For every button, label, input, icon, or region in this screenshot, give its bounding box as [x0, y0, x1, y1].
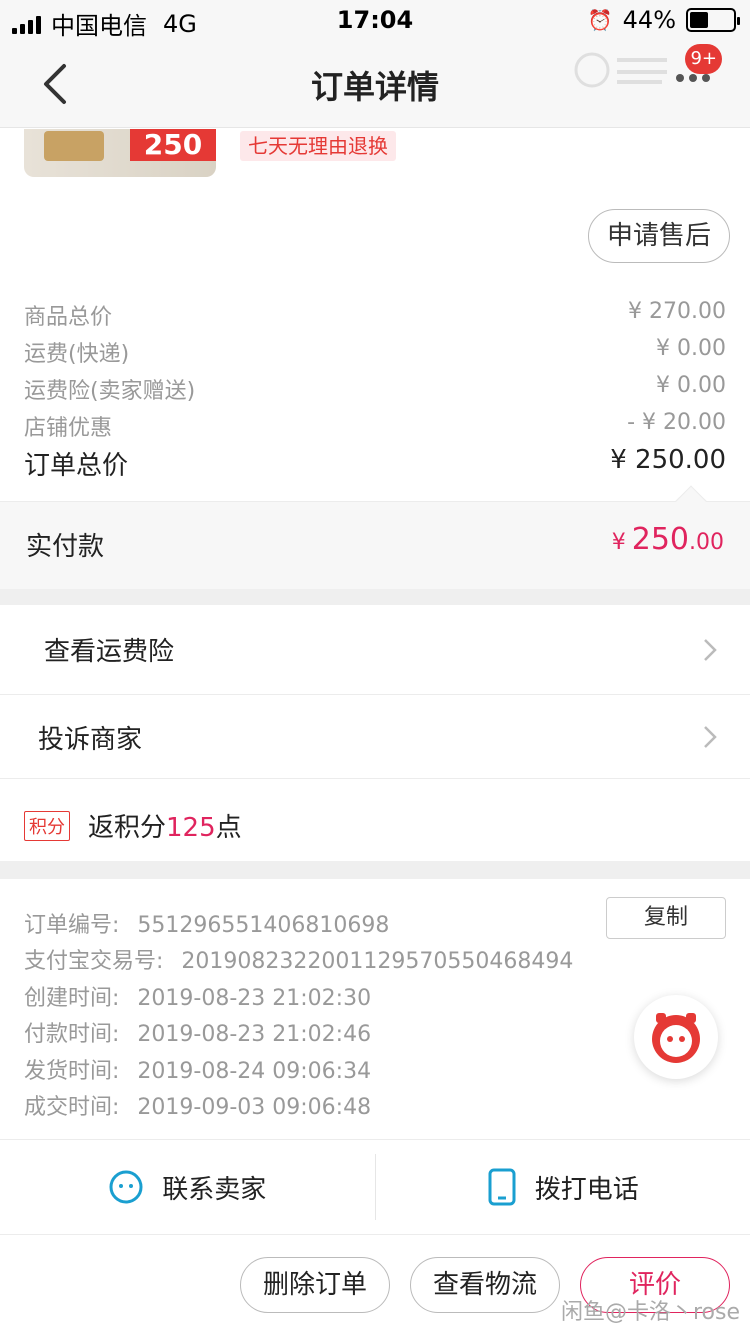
actual-payment-amount: ¥250.00	[611, 522, 724, 557]
promo-banner: 250	[130, 129, 216, 161]
notification-badge: 9+	[685, 44, 722, 74]
product-photo-icon	[44, 131, 104, 161]
paid-time: 付款时间: 2019-08-23 21:02:46	[24, 1022, 372, 1047]
chevron-right-icon	[704, 726, 717, 748]
status-bar: 中国电信 4G 17:04 ⏰ 44%	[0, 0, 750, 40]
created-time: 创建时间: 2019-08-23 21:02:30	[24, 986, 372, 1011]
alarm-icon: ⏰	[587, 8, 613, 32]
copy-button[interactable]: 复制	[606, 897, 726, 939]
complain-seller-row[interactable]: 投诉商家	[0, 695, 750, 779]
price-row-goods: 商品总价 ¥ 270.00	[24, 299, 726, 330]
contact-seller-button[interactable]: 联系卖家	[0, 1140, 375, 1234]
assistant-face-icon	[652, 1013, 700, 1063]
phone-icon	[488, 1168, 516, 1206]
shipped-time: 发货时间: 2019-08-24 09:06:34	[24, 1059, 372, 1084]
completed-time: 成交时间: 2019-09-03 09:06:48	[24, 1095, 372, 1120]
assistant-fab[interactable]	[634, 995, 718, 1079]
order-total-row: 订单总价 ¥ 250.00	[24, 445, 726, 481]
nav-bar: 订单详情 9+	[0, 40, 750, 128]
battery-percent: 44%	[622, 6, 676, 34]
price-row-insurance: 运费险(卖家赠送) ¥ 0.00	[24, 373, 726, 404]
order-number: 订单编号: 551296551406810698	[24, 913, 390, 938]
points-text: 返积分125点	[88, 813, 242, 843]
contact-bar: 联系卖家 拨打电话	[0, 1139, 750, 1235]
call-phone-button[interactable]: 拨打电话	[376, 1140, 750, 1234]
return-tag: 七天无理由退换	[240, 131, 396, 161]
chevron-right-icon	[704, 639, 717, 661]
points-tag: 积分	[24, 810, 70, 841]
view-logistics-button[interactable]: 查看物流	[410, 1257, 560, 1313]
product-image[interactable]: 250	[24, 129, 216, 177]
chat-face-icon	[109, 1170, 143, 1204]
apply-after-sale-button[interactable]: 申请售后	[587, 209, 730, 263]
delete-order-button[interactable]: 删除订单	[240, 1257, 390, 1313]
watermark-text: 闲鱼@卡洛丶rose	[560, 1300, 740, 1325]
battery-icon	[686, 8, 740, 32]
section-divider	[0, 589, 750, 605]
actual-payment: 实付款 ¥250.00	[0, 485, 750, 589]
points-row: 积分 返积分125点	[0, 779, 750, 861]
price-row-discount: 店铺优惠 - ¥ 20.00	[24, 410, 726, 441]
watermark-logo-icon	[574, 52, 667, 88]
actual-payment-label: 实付款	[26, 532, 105, 562]
section-divider	[0, 861, 750, 879]
view-shipping-insurance-row[interactable]: 查看运费险	[0, 605, 750, 695]
more-icon[interactable]	[676, 74, 710, 82]
price-row-shipping: 运费(快递) ¥ 0.00	[24, 336, 726, 367]
alipay-trade-number: 支付宝交易号: 2019082322001129570550468494	[24, 949, 574, 974]
